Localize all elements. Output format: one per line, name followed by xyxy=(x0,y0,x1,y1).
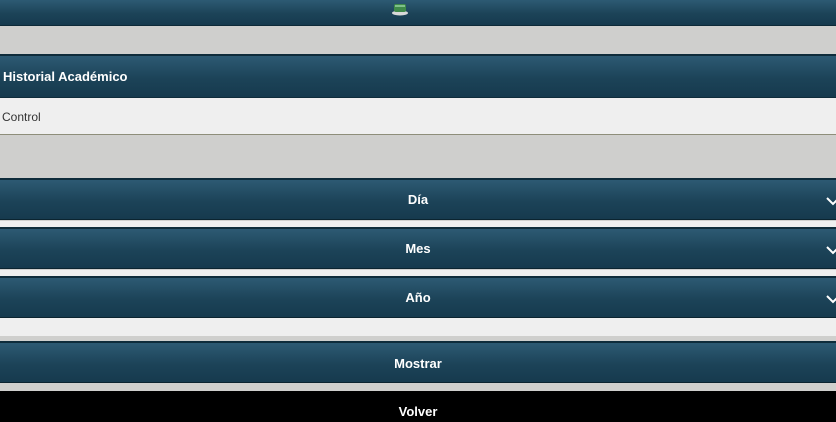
back-button-label: Volver xyxy=(398,404,438,419)
show-button-label: Mostrar xyxy=(394,356,442,371)
section-header: Historial Académico xyxy=(0,54,836,98)
show-button[interactable]: Mostrar xyxy=(0,341,836,383)
crest-logo-icon xyxy=(391,2,409,16)
year-select-label: Año xyxy=(405,290,431,305)
day-select-label: Día xyxy=(407,192,429,207)
control-label: Control xyxy=(2,110,41,124)
control-panel: Control xyxy=(0,98,836,135)
chevron-down-icon xyxy=(826,292,836,304)
back-button[interactable]: Volver xyxy=(0,391,836,422)
chevron-down-icon xyxy=(826,243,836,255)
month-select[interactable]: Mes xyxy=(0,227,836,269)
chevron-down-icon xyxy=(826,194,836,206)
month-select-label: Mes xyxy=(405,241,431,256)
year-select[interactable]: Año xyxy=(0,276,836,318)
top-bar xyxy=(0,0,836,26)
page-title: Historial Académico xyxy=(3,69,128,84)
day-select[interactable]: Día xyxy=(0,178,836,220)
spacer-panel xyxy=(0,318,836,336)
